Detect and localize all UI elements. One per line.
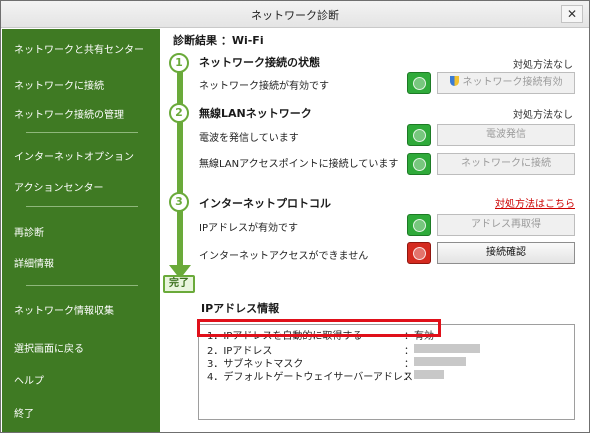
title-bar: ネットワーク診断 ✕ bbox=[1, 1, 589, 28]
radio-transmit-button[interactable]: 電波発信 bbox=[437, 124, 575, 146]
network-diagnosis-window: ネットワーク診断 ✕ ネットワークと共有センター ネットワークに接続 ネットワー… bbox=[0, 0, 590, 433]
close-button[interactable]: ✕ bbox=[561, 5, 583, 23]
smiley-icon bbox=[413, 219, 426, 232]
status-ok-icon bbox=[407, 214, 431, 236]
connection-check-button[interactable]: 接続確認 bbox=[437, 242, 575, 264]
status-ok-icon bbox=[407, 124, 431, 146]
sidebar-item-exit[interactable]: 終了 bbox=[14, 405, 34, 420]
sidebar-item-collect-network-info[interactable]: ネットワーク情報収集 bbox=[14, 302, 114, 317]
reacquire-address-button[interactable]: アドレス再取得 bbox=[437, 214, 575, 236]
ip-info-list: 1．IPアドレスを自動的に取得する ： 有効 2．IPアドレス ： 3．サブネッ… bbox=[198, 324, 575, 420]
status-ok-icon bbox=[407, 153, 431, 175]
ip-row-label: 4．デフォルトゲートウェイサーバーアドレス bbox=[207, 372, 413, 383]
step-2-note: 対処方法なし bbox=[513, 110, 573, 121]
sidebar-item-internet-options[interactable]: インターネットオプション bbox=[14, 148, 134, 163]
step-1-marker: 1 bbox=[169, 53, 189, 73]
network-connection-enabled-button[interactable]: ネットワーク接続有効 bbox=[437, 72, 575, 94]
done-badge: 完了 bbox=[163, 275, 195, 293]
button-label: ネットワーク接続有効 bbox=[462, 77, 563, 88]
sidebar-item-manage-connections[interactable]: ネットワーク接続の管理 bbox=[14, 106, 124, 121]
smiley-icon bbox=[413, 129, 426, 142]
sidebar-divider bbox=[26, 206, 138, 207]
check-label: 無線LANアクセスポイントに接続しています bbox=[199, 159, 399, 170]
redacted-value bbox=[414, 357, 466, 366]
result-title: 診断結果 ：Wi-Fi bbox=[173, 34, 264, 47]
step-1-title: ネットワーク接続の状態 bbox=[199, 56, 320, 69]
step-2-title: 無線LANネットワーク bbox=[199, 107, 312, 120]
sidebar-item-rediagnose[interactable]: 再診断 bbox=[14, 224, 44, 239]
step-3-marker: 3 bbox=[169, 192, 189, 212]
main-panel: 診断結果 ：Wi-Fi 完了 1 ネットワーク接続の状態 対処方法なし ネットワ… bbox=[161, 29, 589, 432]
smiley-icon bbox=[413, 158, 426, 171]
step-3-title: インターネットプロトコル bbox=[199, 197, 331, 210]
check-label: IPアドレスが有効です bbox=[199, 223, 298, 234]
check-label: ネットワーク接続が有効です bbox=[199, 81, 329, 92]
redacted-value bbox=[414, 344, 480, 353]
smiley-icon bbox=[413, 77, 426, 90]
connect-to-network-button[interactable]: ネットワークに接続 bbox=[437, 153, 575, 175]
sidebar-divider bbox=[26, 285, 138, 286]
progress-line bbox=[177, 67, 183, 267]
ip-row-colon: ： bbox=[404, 372, 414, 383]
sidebar-item-connect-network[interactable]: ネットワークに接続 bbox=[14, 77, 104, 92]
sidebar-item-action-center[interactable]: アクションセンター bbox=[14, 179, 104, 194]
redacted-value bbox=[414, 370, 444, 379]
uac-shield-icon bbox=[449, 76, 459, 86]
check-label: 電波を発信しています bbox=[199, 133, 299, 144]
sidebar-item-details[interactable]: 詳細情報 bbox=[14, 255, 54, 270]
step-2-marker: 2 bbox=[169, 103, 189, 123]
solution-link[interactable]: 対処方法はこちら bbox=[495, 195, 575, 210]
sidebar-item-network-sharing-center[interactable]: ネットワークと共有センター bbox=[14, 41, 144, 56]
sidebar: ネットワークと共有センター ネットワークに接続 ネットワーク接続の管理 インター… bbox=[2, 29, 160, 432]
sad-face-icon bbox=[413, 247, 426, 260]
check-label: インターネットアクセスができません bbox=[199, 251, 369, 262]
window-title: ネットワーク診断 bbox=[251, 9, 339, 22]
ip-info-title: IPアドレス情報 bbox=[201, 302, 280, 315]
sidebar-divider bbox=[26, 132, 138, 133]
status-ok-icon bbox=[407, 72, 431, 94]
highlight-box bbox=[197, 319, 441, 337]
sidebar-item-back-to-selection[interactable]: 選択画面に戻る bbox=[14, 340, 84, 355]
sidebar-item-help[interactable]: ヘルプ bbox=[14, 372, 44, 387]
step-1-note: 対処方法なし bbox=[513, 60, 573, 71]
status-error-icon bbox=[407, 242, 431, 264]
